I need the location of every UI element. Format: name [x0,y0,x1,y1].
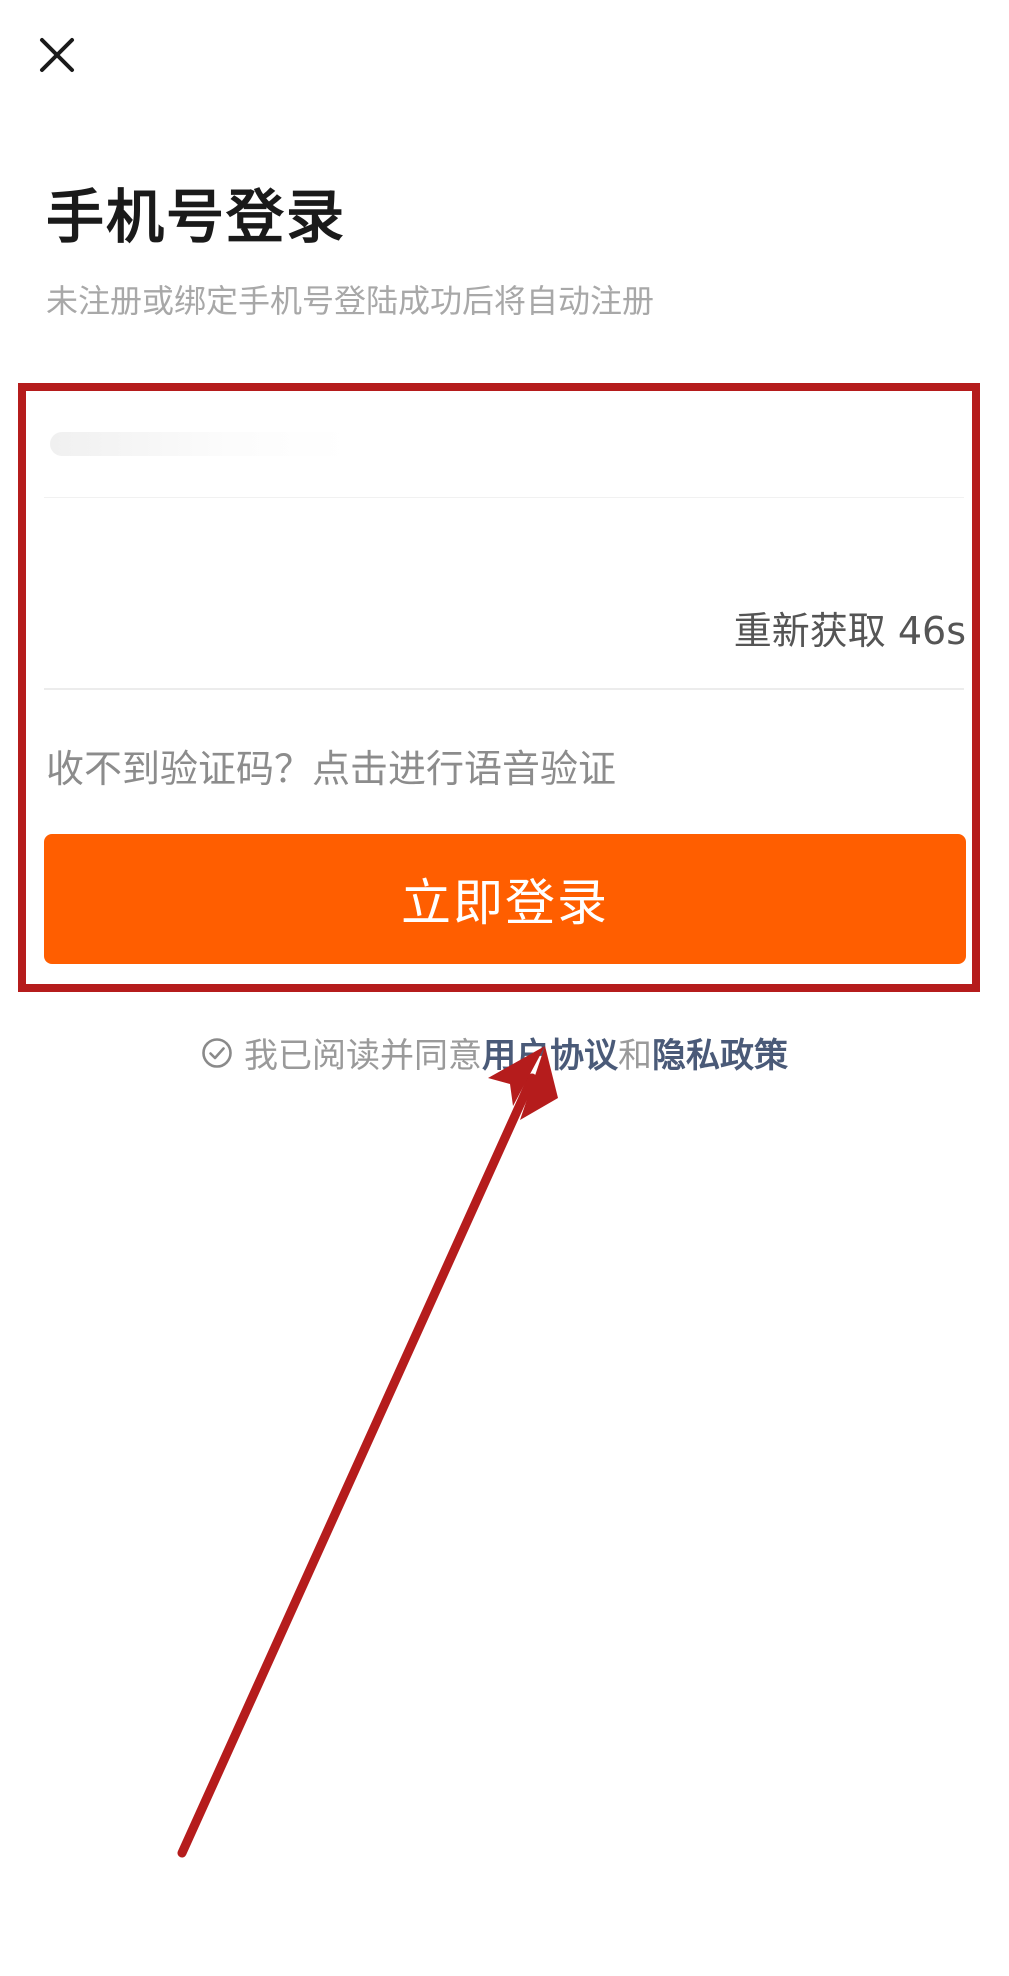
agreement-prefix: 我已阅读并同意 [244,1036,482,1076]
voice-verification-link[interactable]: 收不到验证码？点击进行语音验证 [46,738,616,793]
close-button[interactable] [30,28,84,82]
check-circle-icon[interactable] [200,1036,234,1070]
page-subtitle: 未注册或绑定手机号登陆成功后将自动注册 [46,282,655,320]
verification-code-input[interactable] [44,580,684,680]
phone-number-redacted [50,432,350,456]
resend-code-button[interactable]: 重新获取 46s [734,600,966,655]
close-icon [40,38,74,72]
agreement-row: 我已阅读并同意 用户协议和隐私政策 [200,1028,788,1077]
page-title: 手机号登录 [46,183,347,251]
divider [44,497,964,498]
privacy-policy-link[interactable]: 隐私政策 [652,1028,788,1077]
user-agreement-link[interactable]: 用户协议 [482,1028,618,1077]
login-button[interactable]: 立即登录 [44,834,966,964]
divider [44,688,964,690]
agreement-and: 和 [618,1036,652,1076]
